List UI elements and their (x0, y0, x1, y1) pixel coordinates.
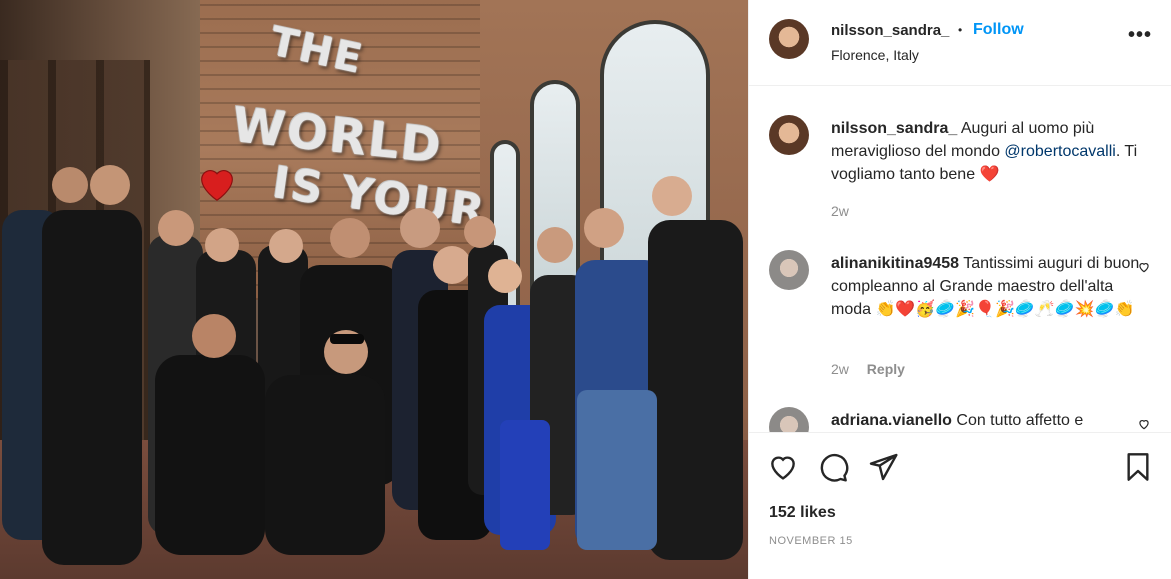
reply-button[interactable]: Reply (867, 361, 905, 377)
heart-outline-icon[interactable] (1137, 417, 1151, 431)
follow-button[interactable]: Follow (973, 21, 1024, 39)
location-link[interactable]: Florence, Italy (831, 47, 919, 63)
post-photo[interactable]: THE WORLD IS YOUR (0, 0, 748, 579)
comment-body: nilsson_sandra_ Auguri al uomo più merav… (831, 117, 1153, 186)
share-icon[interactable] (867, 451, 899, 483)
comment-username[interactable]: adriana.vianello (831, 412, 952, 429)
instagram-post: THE WORLD IS YOUR nilsson_sandra_ • Foll… (0, 0, 1171, 579)
avatar[interactable] (769, 407, 809, 432)
username-link[interactable]: nilsson_sandra_ (831, 22, 949, 39)
comment-text: Con tutto affetto e (951, 412, 1084, 429)
comment-meta: 2w Reply (831, 361, 905, 377)
post-side-panel: nilsson_sandra_ • Follow Florence, Italy… (748, 0, 1171, 579)
comments-list[interactable]: nilsson_sandra_ Auguri al uomo più merav… (749, 87, 1171, 432)
comment-time[interactable]: 2w (831, 203, 849, 219)
separator-dot: • (958, 23, 963, 37)
post-header: nilsson_sandra_ • Follow Florence, Italy… (749, 0, 1171, 86)
comment-meta: 2w (831, 203, 849, 219)
comment-icon[interactable] (817, 451, 849, 483)
avatar[interactable] (769, 250, 809, 290)
comment-body: adriana.vianello Con tutto affetto e (831, 409, 1153, 432)
heart-icon[interactable] (767, 451, 799, 483)
comment-username[interactable]: nilsson_sandra_ (831, 120, 957, 137)
avatar[interactable] (769, 115, 809, 155)
likes-count[interactable]: 152 likes (769, 504, 836, 522)
bookmark-icon[interactable] (1122, 451, 1154, 483)
comment-time[interactable]: 2w (831, 361, 849, 377)
post-date[interactable]: NOVEMBER 15 (769, 535, 853, 547)
post-actions: 152 likes NOVEMBER 15 (749, 432, 1171, 579)
heart-outline-icon[interactable] (1137, 260, 1151, 274)
comment-username[interactable]: alinanikitina9458 (831, 255, 959, 272)
avatar[interactable] (769, 19, 809, 59)
more-options-icon[interactable]: ••• (1128, 25, 1152, 45)
mention-link[interactable]: @robertocavalli (1004, 143, 1115, 160)
comment-body: alinanikitina9458 Tantissimi auguri di b… (831, 252, 1153, 321)
people-group (2, 165, 743, 565)
